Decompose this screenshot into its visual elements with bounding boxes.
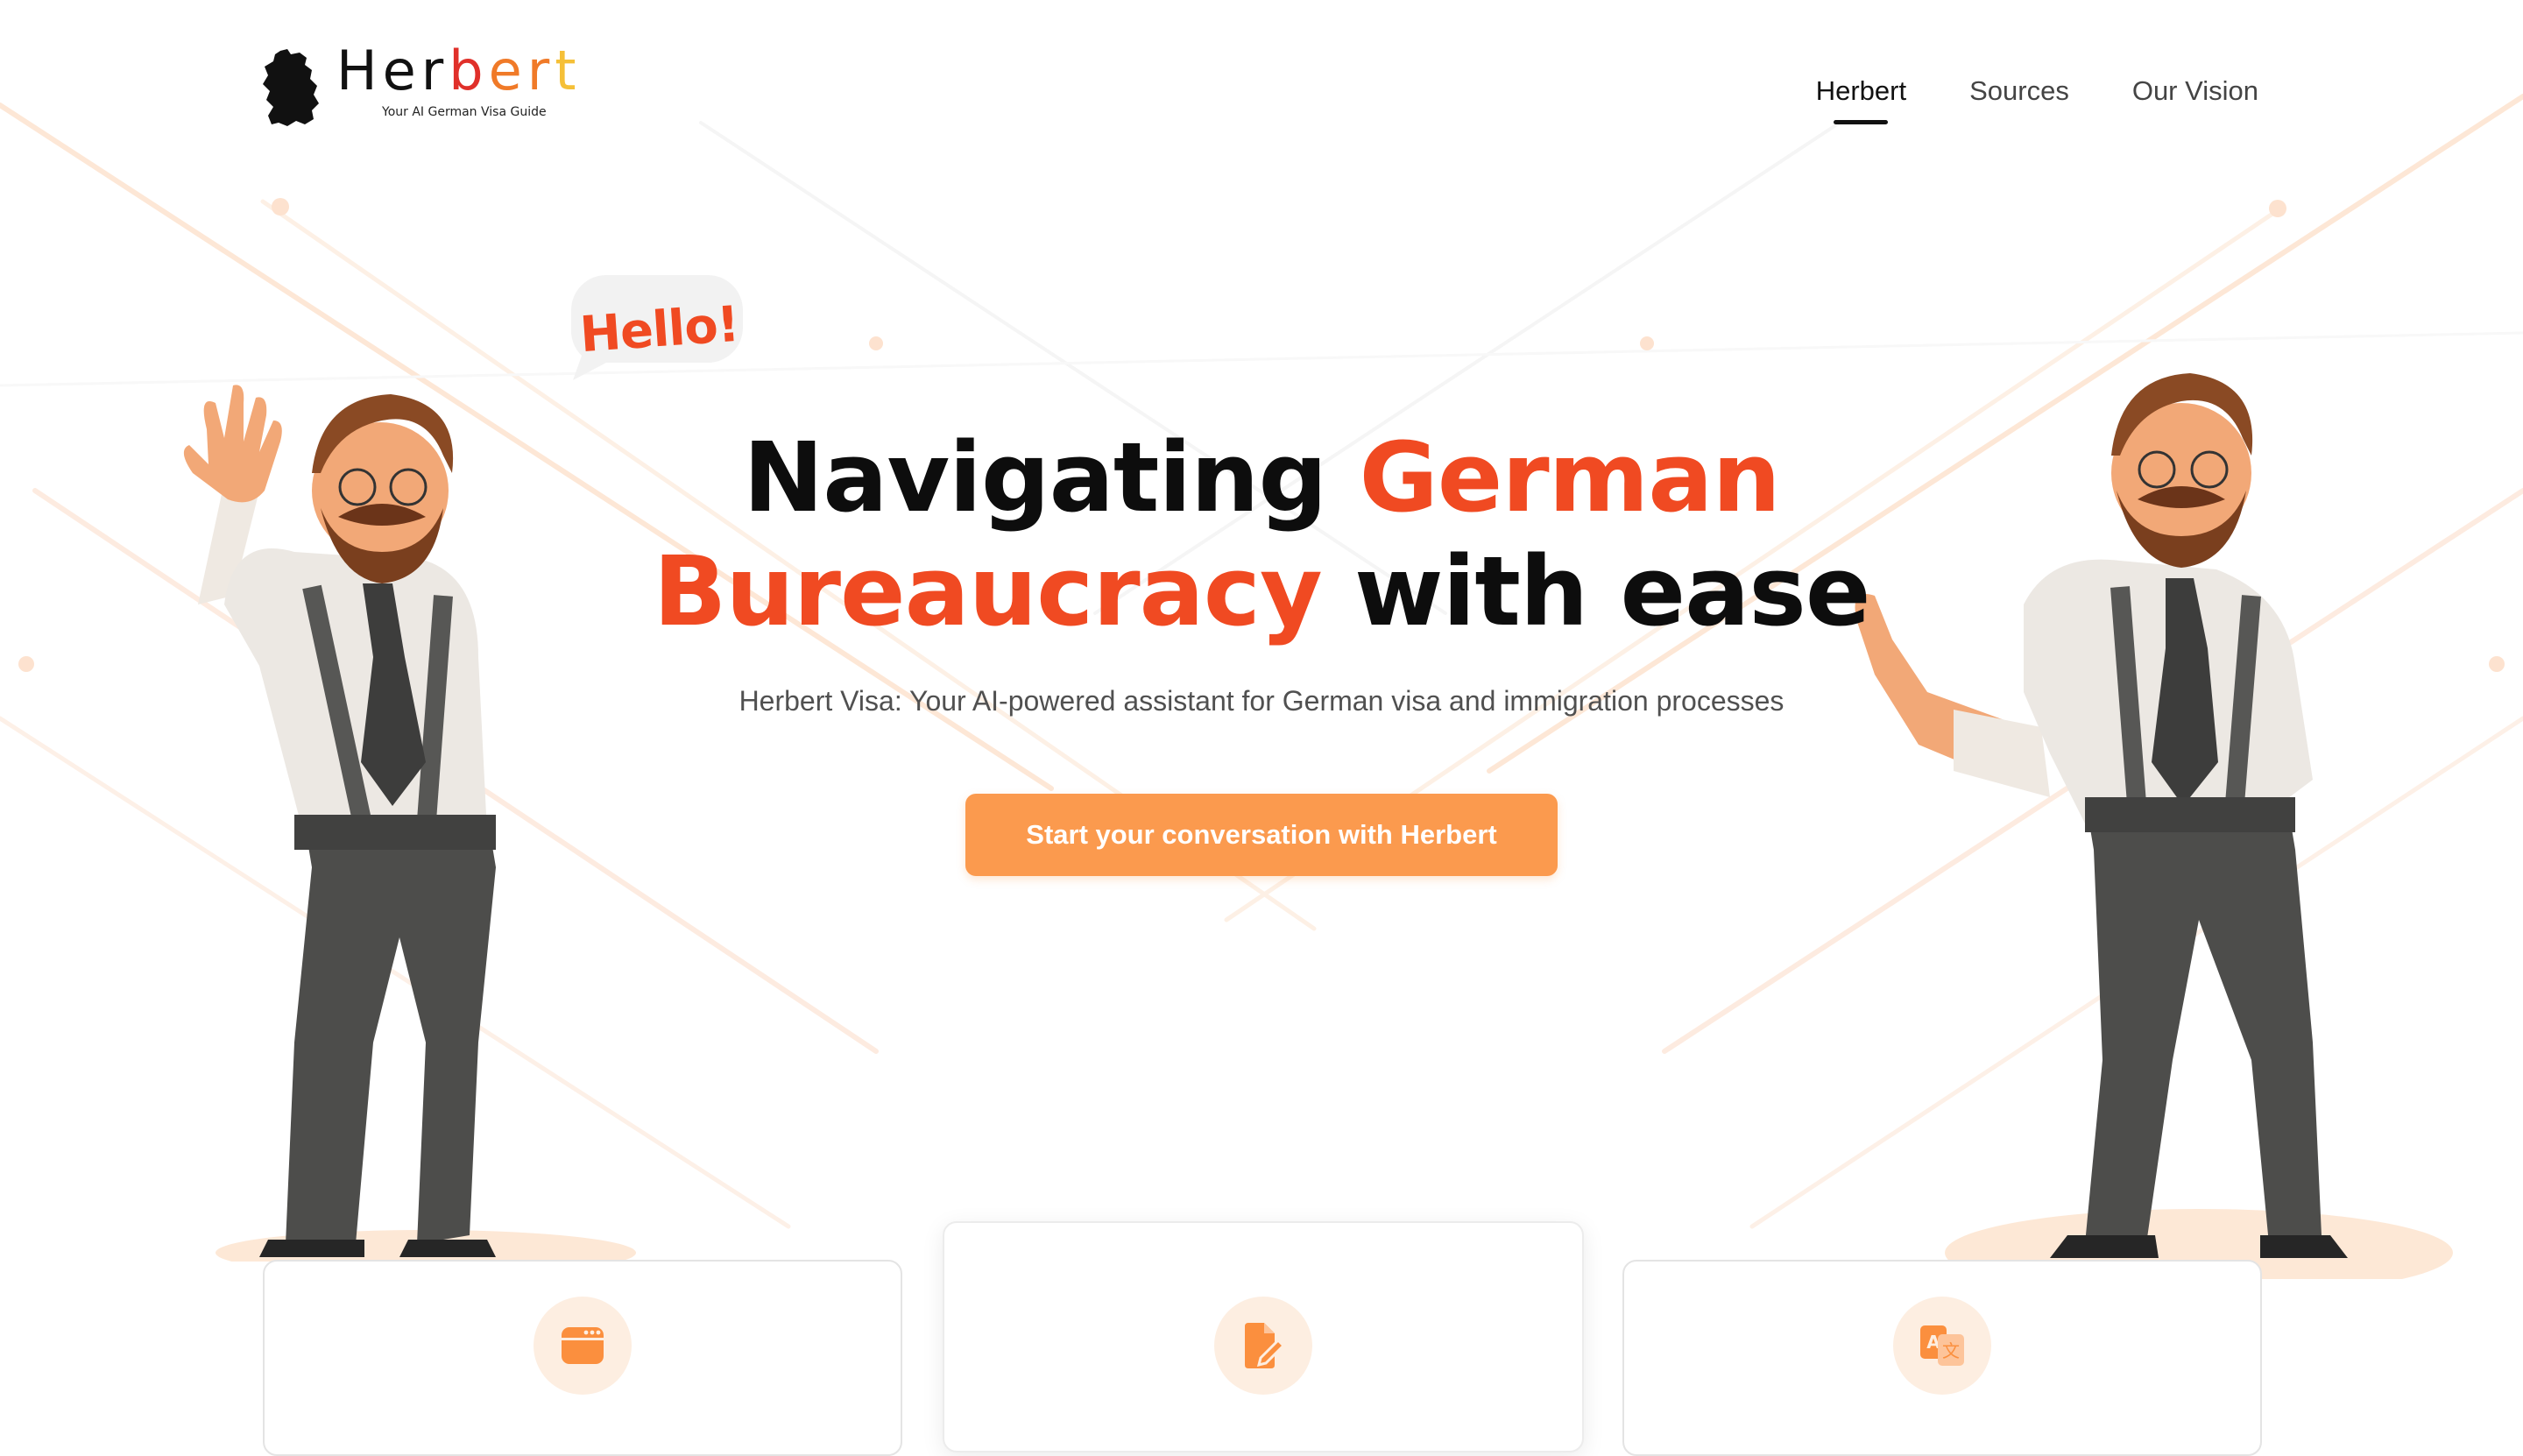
hero-subtitle: Herbert Visa: Your AI-powered assistant …: [739, 685, 1784, 717]
brand-tagline: Your AI German Visa Guide: [382, 105, 547, 119]
speech-bubble-text: Hello!: [577, 295, 741, 364]
feature-card-1[interactable]: [263, 1260, 902, 1456]
germany-map-icon: [263, 49, 319, 126]
brand-wordmark: Herbert: [336, 39, 582, 102]
active-indicator: [1834, 120, 1889, 124]
svg-text:文: 文: [1942, 1340, 1960, 1361]
start-conversation-button[interactable]: Start your conversation with Herbert: [965, 794, 1558, 876]
nav-item-sources[interactable]: Sources: [1969, 75, 2069, 116]
feature-card-2[interactable]: [943, 1221, 1584, 1452]
translate-icon: A 文: [1920, 1325, 1964, 1366]
hero-title: Navigating German Bureaucracy with ease: [653, 421, 1871, 647]
feature-icon-circle: [1214, 1297, 1312, 1395]
brand-logo[interactable]: Herbert Your AI German Visa Guide: [261, 44, 594, 128]
browser-window-icon: [562, 1327, 604, 1364]
nav-item-herbert[interactable]: Herbert: [1816, 75, 1906, 124]
top-nav: Herbert Sources Our Vision: [1816, 75, 2258, 124]
feature-icon-circle: A 文: [1893, 1297, 1991, 1395]
hero-section: Navigating German Bureaucracy with ease …: [0, 421, 2523, 717]
feature-card-3[interactable]: A 文: [1622, 1260, 2262, 1456]
nav-item-our-vision[interactable]: Our Vision: [2132, 75, 2258, 116]
speech-bubble: Hello!: [554, 272, 746, 382]
document-edit-icon: [1245, 1323, 1285, 1368]
feature-icon-circle: [534, 1297, 632, 1395]
